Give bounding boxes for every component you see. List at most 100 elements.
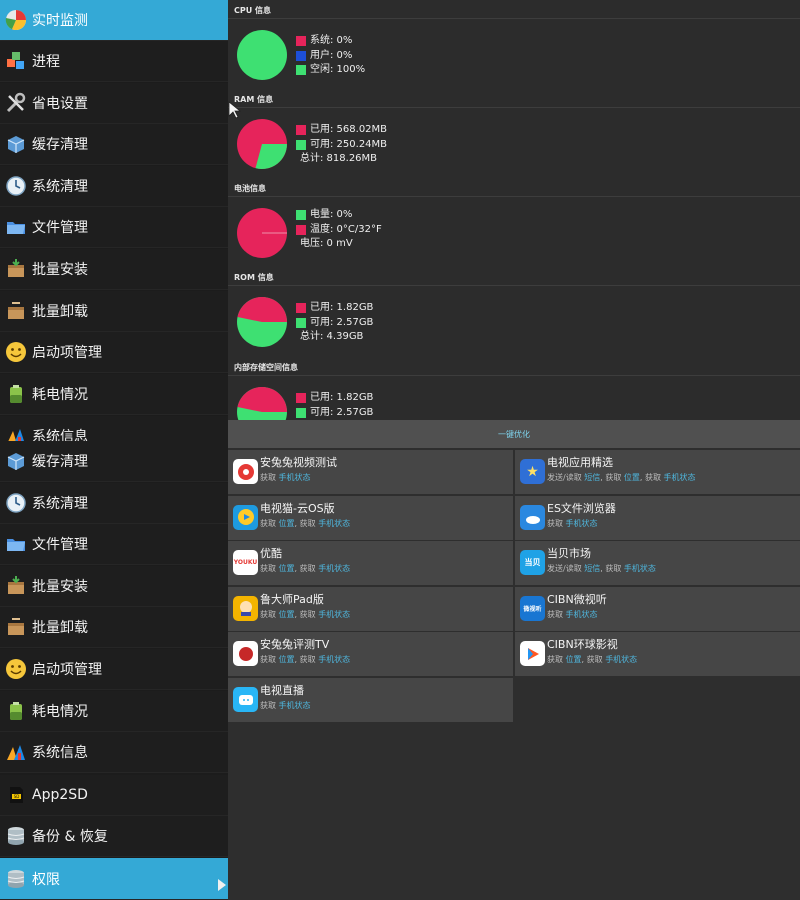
sidebar-item-label: 耗电情况	[32, 704, 88, 720]
sidebar-item[interactable]: 省电设置	[0, 83, 228, 124]
app-name: 安兔兔评测TV	[260, 638, 330, 652]
permission-link[interactable]: 位置	[279, 655, 295, 664]
sidebar-item[interactable]: 权限	[0, 858, 228, 900]
app-permissions: 获取 位置, 获取 手机状态	[260, 609, 350, 620]
sidebar-item[interactable]: 系统清理	[0, 483, 228, 524]
app-name: 电视直播	[260, 684, 304, 697]
package-install-icon	[4, 574, 28, 598]
app-item[interactable]: ES文件浏览器获取 手机状态	[515, 495, 800, 540]
app-item[interactable]: 当贝 当贝市场 发送/读取 短信, 获取 手机状态	[515, 541, 800, 586]
app-permissions: 获取 位置, 获取 手机状态	[260, 563, 350, 574]
permission-link[interactable]: 手机状态	[318, 655, 350, 664]
sidebar-item[interactable]: 批量安装	[0, 249, 228, 290]
sidebar-item-label: 批量卸载	[32, 620, 88, 636]
tv-live-icon	[233, 687, 258, 712]
rom-total-value: 总计: 4.39GB	[300, 331, 364, 342]
legend-swatch	[296, 317, 306, 328]
system-info-icon	[4, 740, 28, 764]
permission-text: , 获取	[294, 655, 319, 665]
sidebar-item[interactable]: 缓存清理	[0, 124, 228, 165]
permission-text: 获取	[260, 609, 279, 619]
permission-link[interactable]: 位置	[279, 610, 295, 619]
permission-link[interactable]: 手机状态	[279, 701, 311, 710]
sidebar-item-label: 进程	[32, 54, 60, 70]
ram-used-value: 已用: 568.02MB	[310, 124, 388, 135]
permission-link[interactable]: 位置	[566, 655, 582, 664]
permission-link[interactable]: 手机状态	[566, 519, 598, 528]
sidebar-item-label: 文件管理	[32, 537, 88, 553]
rom-free-value: 可用: 2.57GB	[310, 316, 374, 328]
storage-used-value: 已用: 1.82GB	[310, 392, 374, 403]
sidebar-item[interactable]: 备份 & 恢复	[0, 816, 228, 857]
permission-link[interactable]: 手机状态	[566, 610, 598, 619]
sidebar-item[interactable]: 系统清理	[0, 166, 228, 207]
app-item[interactable]: 电视直播 获取 手机状态	[228, 678, 513, 722]
sidebar-item[interactable]: SD App2SD	[0, 775, 228, 816]
sidebar-item-label: 耗电情况	[32, 387, 88, 403]
legend-swatch	[296, 139, 306, 150]
ram-section: 已用: 568.02MB 可用: 250.24MB 总计: 818.26MB	[228, 107, 800, 177]
sidebar-item[interactable]: 文件管理	[0, 207, 228, 248]
package-uninstall-icon	[4, 615, 28, 639]
app-name: 电视猫-云OS版	[260, 501, 335, 515]
sidebar-item[interactable]: 启动项管理	[0, 649, 228, 690]
sidebar-item[interactable]: 进程	[0, 41, 228, 82]
app-item[interactable]: 安兔兔视频测试 获取 手机状态	[228, 450, 513, 494]
antutu-video-icon	[233, 459, 258, 484]
permission-link[interactable]: 位置	[279, 564, 295, 573]
sidebar-item[interactable]: 启动项管理	[0, 332, 228, 373]
permission-text: 获取	[547, 518, 566, 528]
sidebar-item[interactable]: 批量安装	[0, 566, 228, 607]
legend-swatch	[296, 50, 306, 61]
permission-link[interactable]: 手机状态	[624, 564, 656, 573]
app-name: ES文件浏览器	[547, 501, 616, 515]
permission-link[interactable]: 手机状态	[279, 473, 311, 482]
permission-link[interactable]: 短信	[584, 564, 600, 573]
sidebar-item[interactable]: 实时监测	[0, 0, 228, 41]
permission-link[interactable]: 短信	[584, 473, 600, 482]
app-item[interactable]: 电视猫-云OS版 获取 位置, 获取 手机状态	[228, 495, 513, 540]
app-item[interactable]: 鲁大师Pad版 获取 位置, 获取 手机状态	[228, 586, 513, 631]
app-name: CIBN环球影视	[547, 638, 618, 652]
app-item[interactable]: ★ 电视应用精选 发送/读取 短信, 获取 位置, 获取 手机状态	[515, 450, 800, 494]
permission-link[interactable]: 手机状态	[318, 519, 350, 528]
app-name: 优酷	[260, 547, 282, 561]
app-permissions: 发送/读取 短信, 获取 位置, 获取 手机状态	[547, 472, 696, 483]
sidebar-item-label: 启动项管理	[32, 662, 102, 678]
cubes-icon	[4, 49, 28, 73]
pie-chart-icon	[4, 8, 28, 32]
permission-link[interactable]: 手机状态	[318, 610, 350, 619]
permission-text: 获取	[260, 473, 279, 482]
sidebar-item-label: 缓存清理	[32, 454, 88, 470]
sidebar-item[interactable]: 文件管理	[0, 524, 228, 565]
sidebar-item[interactable]: 缓存清理	[0, 441, 228, 482]
sidebar-item[interactable]: 批量卸载	[0, 607, 228, 648]
permission-link[interactable]: 位置	[279, 519, 295, 528]
sidebar-item[interactable]: 系统信息	[0, 732, 228, 773]
sidebar-item[interactable]: 耗电情况	[0, 691, 228, 732]
cpu-pie-chart	[237, 30, 287, 80]
app-item[interactable]: CIBN环球影视 获取 位置, 获取 手机状态	[515, 632, 800, 677]
rom-pie-chart	[237, 297, 287, 347]
youku-icon: YOUKU	[233, 550, 258, 576]
permission-link[interactable]: 位置	[624, 473, 640, 482]
storage-legend: 已用: 1.82GB 可用: 2.57GB	[296, 391, 373, 420]
sidebar-item[interactable]: 耗电情况	[0, 374, 228, 415]
sidebar-item-label: 权限	[32, 871, 60, 888]
sidebar-item-label: 启动项管理	[32, 345, 102, 361]
app-name: 当贝市场	[547, 547, 591, 561]
sidebar-item[interactable]: 批量卸载	[0, 291, 228, 332]
battery-icon	[4, 699, 28, 723]
one-key-optimize-button[interactable]: 一键优化	[228, 420, 800, 448]
permission-link[interactable]: 手机状态	[664, 473, 696, 482]
battery-temp-value: 温度: 0°C/32°F	[310, 223, 382, 235]
app-item[interactable]: 安兔兔评测TV 获取 位置, 获取 手机状态	[228, 632, 513, 677]
permission-link[interactable]: 手机状态	[605, 655, 637, 664]
app-item[interactable]: YOUKU 优酷获取 位置, 获取 手机状态	[228, 541, 513, 586]
permission-link[interactable]: 手机状态	[318, 564, 350, 573]
permission-text: , 获取	[294, 609, 319, 619]
app-name: CIBN微视听	[547, 592, 607, 606]
rom-section: 已用: 1.82GB 可用: 2.57GB 总计: 4.39GB	[228, 285, 800, 355]
clock-icon	[4, 174, 28, 198]
app-item[interactable]: 微视听 CIBN微视听 获取 手机状态	[515, 586, 800, 631]
